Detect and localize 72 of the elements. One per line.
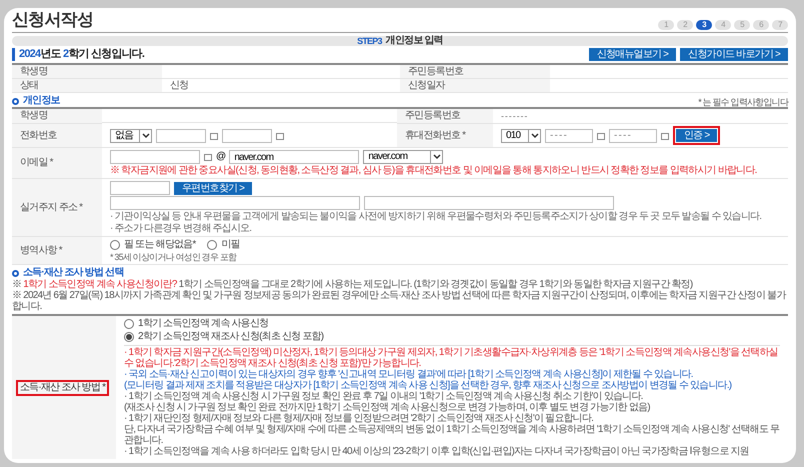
input-field[interactable]: naver.com bbox=[229, 150, 360, 164]
step-indicator: 3 bbox=[696, 20, 712, 30]
input-field[interactable] bbox=[156, 128, 206, 142]
notice-text: ※ 2024년 6월 27일(목) 18시까지 가족관계 확인 및 가구원 정보제공 동의가 완료된 경우에만 소득·재산 조사 방법 선택에 따른 학자금 지원구간이 산정되며, 이후에는 학자금 지원구간 산정이 불가합니다. bbox=[12, 290, 787, 312]
semester-heading: 2024년도 2학기 신청입니다. bbox=[12, 48, 144, 61]
zip-search-button[interactable]: 우편번호찾기 > bbox=[174, 182, 252, 194]
radio-label: 1학기 소득인정액 계속 사용신청 bbox=[138, 318, 268, 330]
field-label: 휴대전화번호 * bbox=[405, 130, 466, 142]
guidance-text: · 1학기 소득인정액 계속 사용신청 시 가구원 정보 확인 완료 후 7일 이내의 '1학기 소득인정액 계속 사용신청 취소 기한'이 있습니다. bbox=[124, 391, 644, 402]
step-indicator: 2 bbox=[677, 20, 693, 30]
radio-label: 필 또는 해당없음* bbox=[124, 239, 196, 251]
field-label: 병역사항 * bbox=[20, 244, 62, 256]
guidance-text: 단, 다자녀 국가장학금 수혜 여부 및 형제/자매 수에 따른 소득공제액의 변동 없이 1학기 소득인정액을 계속 사용하려면 '1학기 소득인정액 계속 사용신청' 선택해도 무관합니다. bbox=[124, 424, 780, 446]
radio-button[interactable] bbox=[207, 240, 218, 250]
field-label: 소득·재산 조사 방법 * bbox=[16, 380, 110, 396]
radio-label: 미필 bbox=[221, 239, 240, 251]
guidance-text: (모니터링 결과 제재 조치를 적용받은 대상자가 [1학기 소득인정액 계속 사용 신청]을 선택한 경우, 향후 재조사 신청으로 조사방법이 변경될 수 있습니다.) bbox=[124, 380, 732, 391]
notice-text: ※ 1학기 소득인정액 계속 사용신청이란? 1학기 소득인정액을 그대로 2학기에 사용하는 제도입니다. (1학기와 경곗값이 동일할 경우 1학기와 동일한 학자금 지원구간 확정) bbox=[12, 279, 694, 290]
field-label: 실거주지 주소 * bbox=[20, 202, 82, 214]
field-label: 주민등록번호 bbox=[408, 66, 464, 78]
field-label: 주민등록번호 bbox=[405, 110, 460, 122]
dropdown[interactable]: naver.com bbox=[363, 150, 444, 164]
field-label: 학생명 bbox=[20, 110, 48, 122]
radio-button[interactable] bbox=[110, 240, 120, 250]
step-title: 개인정보 입력 bbox=[386, 36, 443, 46]
verify-button[interactable]: 인증 > bbox=[673, 126, 720, 145]
step-indicator: 7 bbox=[772, 20, 788, 30]
input-field[interactable]: - - - - bbox=[545, 128, 593, 142]
field-label: 학생명 bbox=[20, 66, 48, 78]
circle-bullet-icon bbox=[12, 270, 19, 276]
radio-button[interactable] bbox=[124, 319, 134, 329]
input-field[interactable] bbox=[364, 196, 614, 210]
dropdown[interactable]: 없음 bbox=[110, 128, 152, 142]
input-field[interactable] bbox=[110, 196, 360, 210]
military-note: * 35세 이상이거나 여성인 경우 포함 bbox=[110, 252, 238, 262]
field-value: 신청 bbox=[170, 80, 188, 92]
guidance-text: · 국외 소득·재산 신고이력이 있는 대상자의 경우 향후 '신고내역 모니터링 결과'에 따라 [1학기 소득인정액 계속 사용신청]이 제한될 수 있습니다. bbox=[124, 369, 694, 380]
at-sign: @ bbox=[216, 151, 226, 163]
dropdown[interactable]: 010 bbox=[501, 128, 541, 142]
field-label: 전화번호 bbox=[20, 130, 57, 142]
guide-button[interactable]: 신청매뉴얼보기 > bbox=[588, 48, 676, 61]
radio-label: 2학기 소득인정액 재조사 신청(최초 신청 포함) bbox=[138, 331, 324, 343]
section-title: 개인정보 bbox=[23, 95, 60, 107]
circle-bullet-icon bbox=[12, 98, 19, 104]
section-title: 소득·재산 조사 방법 선택 bbox=[23, 267, 124, 279]
address-note: · 주소가 다른경우 변경해 주십시오. bbox=[110, 223, 252, 234]
guidance-text: (재조사 신청 시 가구원 정보 확인 완료 전까지만 1학기 소득인정액 계속 사용신청으로 변경 가능하며, 이후 별도 변경 가능기한 없음) bbox=[124, 402, 651, 413]
page-title: 신청서작성 bbox=[12, 10, 94, 30]
input-field[interactable] bbox=[110, 181, 170, 195]
radio-button[interactable] bbox=[124, 332, 134, 342]
chevron-down-icon bbox=[528, 130, 540, 142]
field-label: 신청일자 bbox=[408, 80, 445, 92]
input-field[interactable]: - - - - bbox=[609, 128, 657, 142]
step-indicator: 6 bbox=[753, 20, 769, 30]
required-note: * 는 필수 입력사항입니다 bbox=[698, 97, 788, 107]
guidance-text: · 1학기 재단인정 형제/자매 정보와 다른 형제/자매 정보를 인정받으려면 '2학기 소득인정액 재조사 신청'이 필요합니다. bbox=[124, 413, 594, 424]
step-number: STEP3 bbox=[357, 36, 382, 46]
field-label: 상태 bbox=[20, 80, 38, 92]
chevron-down-icon bbox=[430, 151, 442, 163]
step-indicator: 1 bbox=[658, 20, 674, 30]
input-field[interactable] bbox=[110, 150, 200, 164]
guide-button[interactable]: 신청가이드 바로가기 > bbox=[680, 48, 788, 61]
input-field[interactable] bbox=[222, 128, 272, 142]
guidance-text: · 1학기 학자금 지원구간(소득인정액) 미산정자, 1학기 등의대상 가구원 제외자, 1학기 기초생활수급자·차상위계층 등은 '1학기 소득인정액 계속사용신청'을 선택하실 수 없습니다.'2학기 소득인정액 재조사 신청(최초 신청 포함)'만 가능합니다. bbox=[124, 347, 779, 369]
warning-text: ※ 학자금지원에 관한 중요사실(신청, 동의현황, 소득산정 결과, 심사 등)을 휴대전화번호 및 이메일을 통해 통지하오니 반드시 정확한 정보를 입력하시기 바랍니다. bbox=[110, 165, 758, 176]
masked-id: - - - - - - - bbox=[501, 111, 527, 121]
step-indicator: 4 bbox=[715, 20, 731, 30]
field-label: 이메일 * bbox=[20, 157, 53, 169]
guidance-text: · 1학기 소득인정액을 계속 사용 하더라도 입학 당시 만 40세 이상의 '23-2학기 이후 입학(신입·편입)자는 다자녀 국가장학금이 아닌 국가장학금 Ⅰ유형으로 지원 bbox=[124, 446, 750, 457]
step-indicator: 5 bbox=[734, 20, 750, 30]
chevron-down-icon bbox=[139, 130, 151, 142]
address-note: · 기관이익상실 등 안내 우편물을 고객에게 발송되는 불이익을 사전에 방지하기 위해 우편물수령처와 주민등록주소지가 상이할 경우 두 곳 모두 발송될 수 있습니다. bbox=[110, 211, 762, 222]
